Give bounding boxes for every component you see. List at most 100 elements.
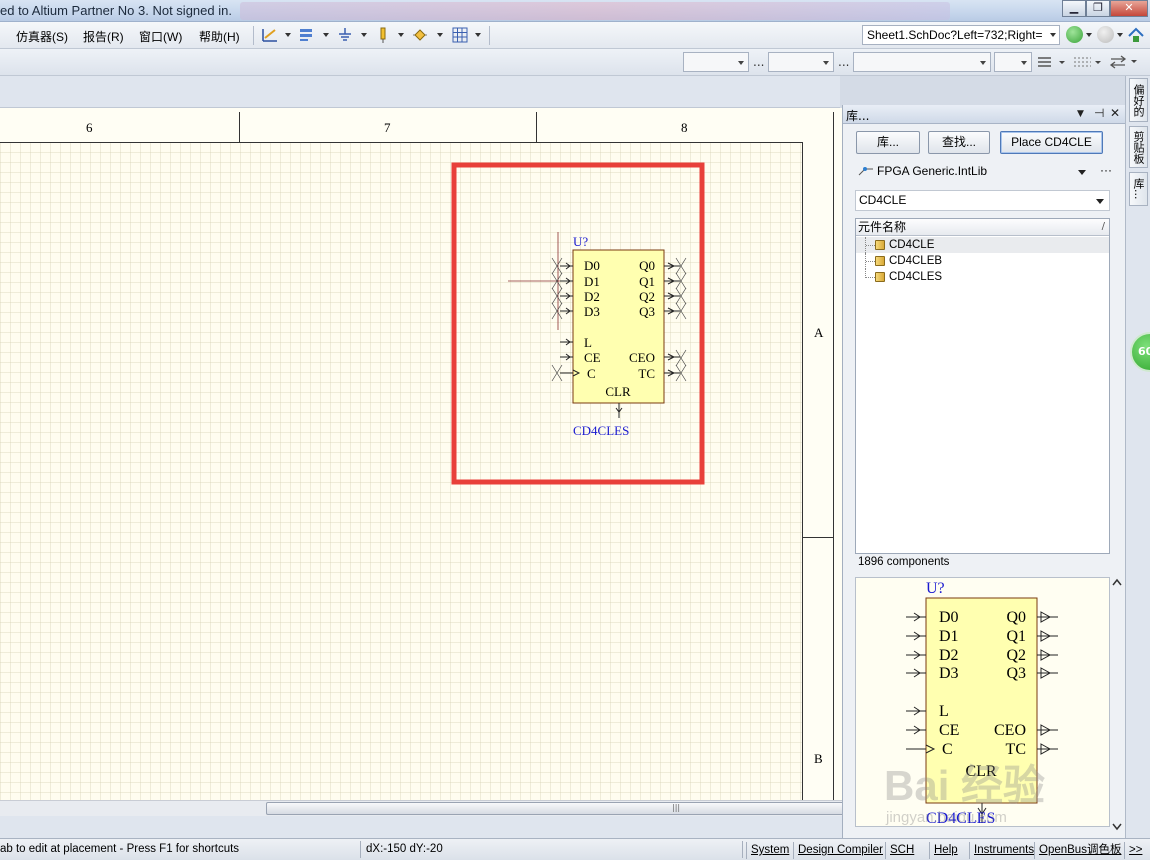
list-item[interactable]: CD4CLES xyxy=(856,269,1109,285)
grid-icon[interactable] xyxy=(451,26,469,44)
panel-header: 库... ▼ ⊣ ✕ xyxy=(843,105,1126,124)
component-filter-combo[interactable]: CD4CLE xyxy=(855,190,1110,211)
forward-icon[interactable] xyxy=(1097,26,1114,43)
minimize-button[interactable]: ▁ xyxy=(1062,0,1086,17)
filter-combo-4[interactable] xyxy=(994,52,1032,72)
pin-label: CE xyxy=(939,722,959,739)
panel-menu-icon[interactable]: ▼ xyxy=(1077,109,1084,119)
tab-openbus-palette[interactable]: OpenBus调色板 xyxy=(1034,842,1125,859)
horizontal-scrollbar[interactable]: ||| xyxy=(0,800,844,816)
close-button[interactable]: ✕ xyxy=(1110,0,1148,17)
menu-help[interactable]: 帮助(H) xyxy=(199,28,240,45)
preview-drawing: U? D0 D1 D2 D3 L CE C Q0 Q1 Q2 Q3 CEO TC… xyxy=(884,580,1058,826)
bus-tool-icon[interactable] xyxy=(298,26,316,44)
close-icon[interactable]: ✕ xyxy=(1110,106,1120,120)
chevron-down-icon[interactable] xyxy=(361,33,367,37)
tab-libraries[interactable]: 库... xyxy=(1129,172,1148,206)
more-options-button[interactable]: ··· xyxy=(1100,161,1112,180)
tab-system[interactable]: System xyxy=(746,842,793,859)
chevron-up-icon[interactable] xyxy=(1112,578,1122,586)
more-dots[interactable]: ... xyxy=(753,55,764,69)
tree-line xyxy=(865,269,875,278)
document-tab-strip xyxy=(0,76,840,108)
pin-icon[interactable]: ⊣ xyxy=(1094,106,1104,120)
filter-combo-2[interactable] xyxy=(768,52,834,72)
library-select[interactable]: FPGA Generic.IntLib ··· xyxy=(855,161,1112,183)
more-tabs-button[interactable]: >> xyxy=(1124,842,1146,859)
menu-reports[interactable]: 报告(R) xyxy=(83,28,124,45)
status-separator xyxy=(742,841,743,858)
menu-bar: 仿真器(S) 报告(R) 窗口(W) 帮助(H) Sheet1.SchDoc?L… xyxy=(0,22,1150,49)
chevron-down-icon[interactable] xyxy=(437,33,443,37)
tab-help[interactable]: Help xyxy=(929,842,962,859)
toolbar-separator xyxy=(253,26,254,45)
pin-label: D0 xyxy=(584,258,600,273)
cursor-delta: dX:-150 dY:-20 xyxy=(366,843,443,855)
component-name: CD4CLE xyxy=(889,239,935,251)
tab-clipboard[interactable]: 剪贴板 xyxy=(1129,126,1148,168)
component-name: CD4CLES xyxy=(889,271,943,283)
search-button[interactable]: 查找... xyxy=(928,131,990,154)
chevron-down-icon[interactable] xyxy=(398,33,404,37)
pin-label: Q0 xyxy=(1006,609,1026,626)
list-item[interactable]: CD4CLE xyxy=(856,237,1109,253)
right-pins xyxy=(664,262,680,377)
arrows-style-icon[interactable] xyxy=(1109,54,1139,70)
tab-sch[interactable]: SCH xyxy=(885,842,918,859)
pin-label: L xyxy=(584,335,592,350)
title-bar: ed to Altium Partner No 3. Not signed in… xyxy=(0,0,1150,22)
preview-scrollbar[interactable] xyxy=(1110,577,1124,835)
component-icon xyxy=(875,272,885,282)
chevron-down-icon[interactable] xyxy=(1117,33,1123,37)
menu-window[interactable]: 窗口(W) xyxy=(139,28,182,45)
libraries-button[interactable]: 库... xyxy=(856,131,920,154)
pin-hotspots-left xyxy=(551,257,563,382)
scrollbar-thumb[interactable] xyxy=(266,802,844,815)
wire-tool-icon[interactable] xyxy=(261,26,279,44)
tab-favorites[interactable]: 偏好的 xyxy=(1129,78,1148,122)
panel-gap xyxy=(0,816,842,838)
schematic-canvas[interactable]: 6 7 8 A B U? D0 D1 D2 D3 L CE C Q0 Q1 Q2… xyxy=(0,108,842,800)
tab-design-compiler[interactable]: Design Compiler xyxy=(793,842,887,859)
status-separator xyxy=(360,841,361,858)
panel-title: 库... xyxy=(846,109,870,123)
pin-label: TC xyxy=(1006,741,1026,758)
chevron-down-icon[interactable] xyxy=(285,33,291,37)
pin-label: D3 xyxy=(584,304,600,319)
junction-icon[interactable] xyxy=(411,26,429,44)
pin-label: D1 xyxy=(939,628,959,645)
more-dots[interactable]: ... xyxy=(838,55,849,69)
menu-simulator[interactable]: 仿真器(S) xyxy=(16,28,68,45)
port-icon[interactable] xyxy=(374,26,392,44)
pin-label: TC xyxy=(638,366,655,381)
chevron-down-icon xyxy=(1078,170,1086,175)
chevron-down-icon xyxy=(823,61,829,65)
place-component-button[interactable]: Place CD4CLE xyxy=(1000,131,1103,154)
filter-combo-1[interactable] xyxy=(683,52,749,72)
filter-combo-3[interactable] xyxy=(853,52,991,72)
pin-label: Q3 xyxy=(639,304,655,319)
restore-button[interactable]: ❐ xyxy=(1086,0,1110,17)
pin-label: D3 xyxy=(939,665,959,682)
back-icon[interactable] xyxy=(1066,26,1083,43)
pin-label: L xyxy=(939,703,949,720)
line-style-icon[interactable] xyxy=(1037,55,1067,69)
pin-label: CEO xyxy=(994,722,1026,739)
ground-icon[interactable] xyxy=(336,26,354,44)
watermark: Bai 经验 xyxy=(884,762,1045,809)
list-item[interactable]: CD4CLEB xyxy=(856,253,1109,269)
component-list[interactable]: 元件名称 / CD4CLE CD4CLEB CD4CLES xyxy=(855,218,1110,554)
bottom-pin xyxy=(615,403,623,418)
column-header[interactable]: 元件名称 / xyxy=(856,219,1109,236)
chevron-down-icon[interactable] xyxy=(323,33,329,37)
component-icon xyxy=(875,256,885,266)
dash-style-icon[interactable] xyxy=(1073,55,1103,69)
document-address-combo[interactable]: Sheet1.SchDoc?Left=732;Right= xyxy=(862,25,1060,45)
home-icon[interactable] xyxy=(1127,26,1145,44)
chevron-down-icon[interactable] xyxy=(1112,823,1122,831)
pin-label: C xyxy=(587,366,596,381)
chevron-down-icon[interactable] xyxy=(475,33,481,37)
tab-instruments[interactable]: Instruments xyxy=(969,842,1038,859)
chevron-down-icon[interactable] xyxy=(1086,33,1092,37)
pin-label: D2 xyxy=(939,647,959,664)
